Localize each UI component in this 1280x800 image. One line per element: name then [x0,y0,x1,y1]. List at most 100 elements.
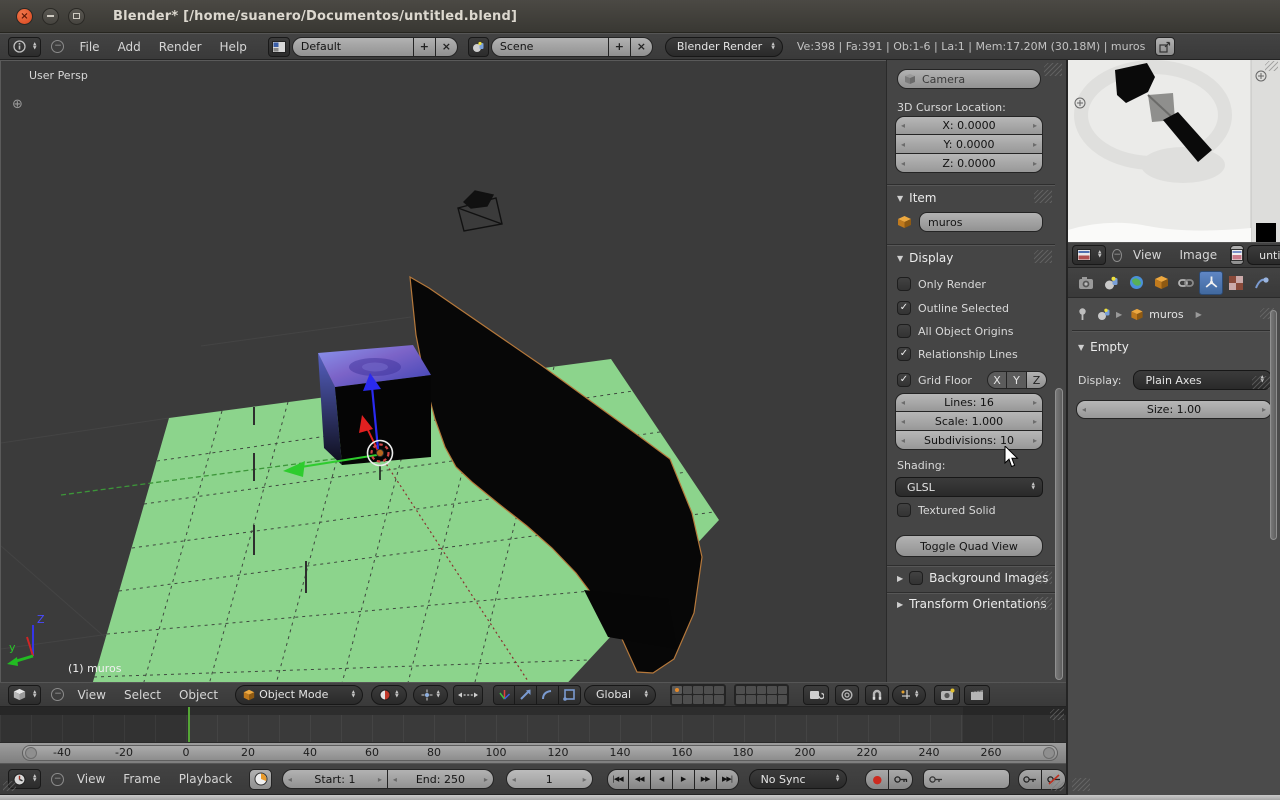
scene-icon-button[interactable] [467,36,489,57]
editor-type-button-3dview[interactable]: ▲ ▼ [8,684,42,705]
mode-dropdown[interactable]: Object Mode ▲ ▼ [235,684,364,705]
manipulator-extra-button[interactable] [559,684,582,705]
rotate-manipulator-button[interactable] [515,684,538,705]
area-corner-widget[interactable] [1072,778,1090,791]
render-engine-dropdown[interactable]: Blender Render ▲ ▼ [664,36,783,57]
screen-layout-icon-button[interactable] [267,36,290,57]
panel-scrollbar[interactable] [1055,388,1063,680]
camera-object[interactable] [457,190,503,232]
object-name-field[interactable]: muros [919,212,1043,232]
end-frame-field[interactable]: ◂ End: 250 ▸ [387,769,494,789]
snap-toggle-button[interactable] [865,684,890,705]
collapse-menus-icon[interactable]: − [51,772,64,786]
breadcrumb-scene-icon[interactable] [1097,308,1112,321]
checkbox[interactable]: ✓ [909,571,924,585]
auto-keying-set-button[interactable] [889,768,914,790]
timeline-track[interactable] [0,707,1066,742]
next-keyframe-button[interactable]: ▶▶ [694,768,717,790]
tab-physics[interactable] [1249,271,1273,295]
tab-object-data[interactable] [1199,270,1223,295]
menu-frame[interactable]: Frame [114,772,169,786]
cursor-z-field[interactable]: ◂ Z: 0.0000 ▸ [895,154,1043,173]
collapse-menus-icon[interactable]: − [51,688,65,701]
timeline-scrollbar[interactable] [22,745,1058,761]
grid-axis-y-button[interactable]: Y [1007,371,1027,389]
grid-axis-x-button[interactable]: X [987,371,1007,389]
checkbox[interactable]: ✓ [897,301,911,315]
transform-orientations-header[interactable]: ▶ Transform Orientations [897,597,1047,611]
tab-world[interactable] [1124,271,1148,295]
maximize-button[interactable] [68,7,85,25]
timeline-ruler[interactable]: -40 -20 0 20 40 60 80 100 120 140 160 18… [0,742,1066,763]
jump-to-end-button[interactable]: ▶▶| [716,768,739,790]
3d-scene[interactable]: Z y [0,61,886,707]
jump-to-start-button[interactable]: |◀◀ [606,768,629,790]
image-name-field[interactable]: unti [1247,245,1280,265]
checkbox[interactable]: ✓ [897,347,911,361]
area-corner-widget[interactable] [3,781,16,791]
scene-name-field[interactable]: Scene [490,36,609,57]
checkbox[interactable]: ✓ [897,503,911,517]
grid-lines-field[interactable]: ◂ Lines: 16 ▸ [895,393,1043,412]
current-frame-line[interactable] [188,707,190,742]
toolbar-expand-icon[interactable]: ⊕ [12,97,23,112]
checkbox[interactable]: ✓ [897,277,911,291]
tab-scene[interactable] [1099,271,1123,295]
cursor-x-field[interactable]: ◂ X: 0.0000 ▸ [895,116,1043,135]
checkbox[interactable]: ✓ [897,324,911,338]
camera-lock-button[interactable]: Camera [897,69,1041,89]
editor-type-button-image[interactable]: ▲ ▼ [1072,245,1107,265]
menu-view[interactable]: View [68,688,114,702]
minimize-button[interactable] [42,7,59,25]
area-corner-widget[interactable] [1051,781,1064,791]
tab-object[interactable] [1149,271,1173,295]
layers-group-1[interactable] [670,683,726,706]
close-button[interactable]: × [16,7,33,25]
menu-playback[interactable]: Playback [170,772,242,786]
panel-drag-widget[interactable] [1034,571,1052,584]
scale-manipulator-button[interactable] [537,684,560,705]
background-images-header[interactable]: ▶ ✓ Background Images [897,571,1048,585]
menu-file[interactable]: File [70,40,108,54]
collapse-menus-icon[interactable]: − [51,40,65,53]
opengl-render-anim-button[interactable] [964,684,991,705]
panel-drag-widget[interactable] [1034,597,1052,610]
menu-help[interactable]: Help [211,40,256,54]
menu-view[interactable]: View [68,772,114,786]
layout-name-field[interactable]: Default [291,36,414,57]
area-corner-widget[interactable] [1050,709,1064,720]
image-datablock-icon-button[interactable] [1230,245,1245,265]
menu-render[interactable]: Render [150,40,211,54]
area-corner-widget[interactable] [1265,61,1278,71]
viewport-shading-dropdown[interactable]: ▲ ▼ [371,684,407,705]
pivot-point-dropdown[interactable]: ▲ ▼ [412,684,449,705]
proportional-edit-button[interactable] [835,684,860,705]
scrollbar-left-cap[interactable] [25,747,37,759]
play-reverse-button[interactable]: ◀ [650,768,673,790]
layers-group-2[interactable] [733,683,790,706]
menu-view[interactable]: View [1124,248,1170,262]
grid-scale-field[interactable]: ◂ Scale: 1.000 ▸ [895,412,1043,431]
toggle-quad-view-button[interactable]: Toggle Quad View [895,535,1043,557]
display-panel-header[interactable]: ▼ Display [897,251,953,265]
keying-set-field[interactable] [923,769,1010,789]
empty-size-field[interactable]: ◂ Size: 1.00 ▸ [1076,400,1272,419]
menu-add[interactable]: Add [109,40,150,54]
properties-scrollbar[interactable] [1270,310,1277,540]
insert-keyframe-button[interactable] [1018,768,1042,790]
collapse-menus-icon[interactable]: − [1112,248,1123,262]
transform-orientation-dropdown[interactable]: Global ▲ ▼ [584,684,657,705]
grid-axis-z-button[interactable]: Z [1027,371,1047,389]
3d-viewport[interactable]: Z y User Persp ⊕ (1) muros [0,60,886,707]
sync-dropdown[interactable]: No Sync ▲ ▼ [748,769,848,789]
new-window-button[interactable] [1155,37,1176,56]
current-frame-field[interactable]: ◂ 1 ▸ [505,769,593,789]
start-frame-field[interactable]: ◂ Start: 1 ▸ [281,769,388,789]
shading-dropdown[interactable]: GLSL ▲ ▼ [895,477,1043,497]
tab-texture[interactable] [1224,271,1248,295]
manipulate-centers-button[interactable] [453,684,484,705]
bre adcrumb-object-name[interactable]: muros [1149,308,1183,321]
pin-icon[interactable] [1076,307,1089,321]
grid-subdivisions-field[interactable]: ◂ Subdivisions: 10 ▸ [895,431,1043,450]
breadcrumb-object-icon[interactable] [1130,308,1144,321]
